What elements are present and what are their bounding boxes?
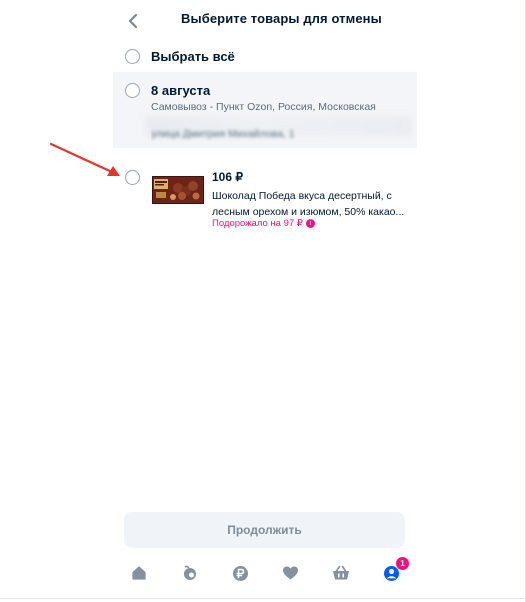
group-address: Самовывоз - Пункт Ozon, Россия, Московск… bbox=[151, 101, 376, 113]
tab-favorites[interactable] bbox=[277, 562, 303, 584]
heart-icon bbox=[282, 566, 298, 580]
chevron-left-icon bbox=[128, 13, 138, 29]
product-title[interactable]: Шоколад Победа вкуса десертный, с лесным… bbox=[212, 188, 412, 220]
select-all-radio[interactable] bbox=[125, 49, 140, 64]
tab-fresh[interactable] bbox=[177, 562, 203, 584]
ruble-icon bbox=[232, 565, 248, 581]
bottom-divider bbox=[0, 598, 526, 599]
continue-button[interactable]: Продолжить bbox=[124, 512, 405, 548]
fresh-icon bbox=[184, 565, 196, 580]
group-address-blurred-text: улица Дмитрия Михайлова, 1 bbox=[151, 128, 295, 140]
tab-home[interactable] bbox=[126, 562, 152, 584]
price-change-note: Подорожало на 97 ₽ i bbox=[212, 218, 315, 229]
select-all-label[interactable]: Выбрать всё bbox=[151, 49, 235, 64]
group-radio[interactable] bbox=[125, 83, 140, 98]
product-image[interactable] bbox=[152, 176, 204, 204]
product-radio[interactable] bbox=[125, 170, 140, 185]
bottom-tab-bar bbox=[124, 560, 405, 586]
info-icon[interactable]: i bbox=[305, 219, 315, 228]
group-date: 8 августа bbox=[151, 83, 211, 98]
cart-icon bbox=[333, 565, 349, 580]
page-title: Выберите товары для отмены bbox=[181, 11, 382, 26]
profile-badge: 1 bbox=[396, 557, 409, 570]
price-change-text: Подорожало на 97 ₽ bbox=[212, 218, 303, 229]
tab-ruble[interactable] bbox=[227, 562, 253, 584]
group-address-blurred: улица Дмитрия Михайлова, 1 bbox=[151, 122, 409, 148]
home-icon bbox=[132, 566, 146, 580]
product-price: 106 ₽ bbox=[212, 170, 243, 184]
tab-cart[interactable] bbox=[328, 562, 354, 584]
back-button[interactable] bbox=[120, 8, 146, 34]
annotation-arrow-icon bbox=[49, 142, 120, 176]
